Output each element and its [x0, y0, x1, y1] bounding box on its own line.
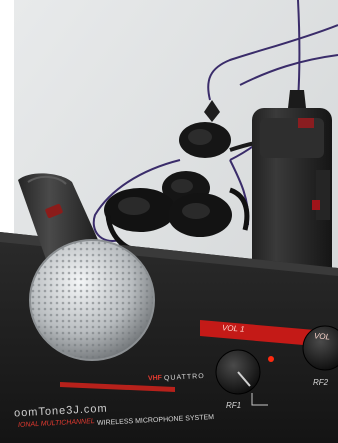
rf-label-1: RF1 [226, 401, 242, 410]
model-prefix: VHF [147, 374, 163, 383]
vol-label-1: VOL 1 [221, 323, 245, 334]
rf-label-2: RF2 [313, 378, 329, 387]
product-photo: oomTone3J.com VHF QUATTRO IONAL MULTICHA… [0, 0, 338, 443]
vol-label-2: VOL [313, 331, 331, 342]
